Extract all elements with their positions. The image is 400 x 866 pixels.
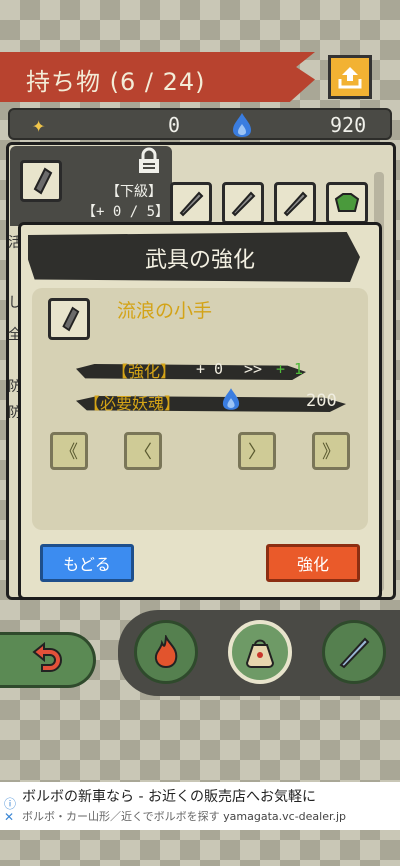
item-name: 流浪の小手 — [117, 300, 213, 322]
sword-icon — [231, 191, 256, 217]
upgrade-item-slot — [48, 298, 90, 340]
next-button[interactable]: 〉 — [238, 432, 276, 470]
upgrade-current: + 0 — [196, 360, 224, 378]
cost-label: 【必要妖魂】 — [84, 394, 181, 413]
upload-icon — [338, 67, 362, 89]
dialog-title: 武具の強化 — [144, 248, 255, 273]
upgrade-row-stroke — [76, 364, 306, 380]
sparkle-icon: ✦ — [32, 113, 46, 138]
armor-icon — [334, 193, 360, 212]
bag-icon — [245, 639, 275, 668]
gold-amount: 0 — [168, 113, 181, 137]
weapon-button[interactable] — [322, 620, 386, 684]
inventory-slot-sword-2[interactable] — [222, 182, 264, 224]
bag-button[interactable] — [228, 620, 292, 684]
inventory-slot-sword-1[interactable] — [170, 182, 212, 224]
return-button[interactable] — [0, 632, 96, 688]
first-button[interactable]: 《 — [50, 432, 88, 470]
sword-icon — [179, 191, 204, 217]
ad-banner[interactable]: ⓘ ✕ ボルボの新車なら - お近くの販売店へお気軽に ボルボ・カー山形／近くで… — [0, 782, 400, 830]
currency-bar: ✦ 0 920 — [8, 108, 392, 140]
soul-flame-icon — [222, 387, 240, 415]
share-button[interactable] — [328, 55, 372, 99]
upgrade-arrow: >> — [244, 360, 263, 378]
back-button[interactable]: もどる — [40, 544, 134, 582]
last-button[interactable]: 》 — [312, 432, 350, 470]
close-icon[interactable]: ✕ — [4, 810, 14, 824]
sword-icon — [283, 191, 308, 217]
fire-button[interactable] — [134, 620, 198, 684]
upgrade-next: + 1 — [276, 360, 304, 378]
upgrade-label: 【強化】 — [112, 362, 177, 381]
lock-icon[interactable] — [135, 147, 163, 179]
item-grade: 【下級】 【+ 0 / 5】 — [82, 184, 170, 220]
fire-icon — [154, 635, 178, 669]
return-arrow-icon — [31, 642, 62, 672]
ad-subtitle[interactable]: ボルボ・カー山形／近くでボルボを探す yamagata.vc-dealer.jp — [22, 808, 346, 824]
selected-item-slot[interactable] — [20, 160, 62, 202]
gauntlet-icon — [62, 306, 80, 332]
blade-icon — [339, 637, 370, 669]
prev-button[interactable]: 〈 — [124, 432, 162, 470]
ad-title[interactable]: ボルボの新車なら - お近くの販売店へお気軽に — [22, 786, 316, 806]
inventory-title: 持ち物 (6 / 24) — [26, 68, 206, 96]
inventory-slot-armor[interactable] — [326, 182, 368, 224]
cost-value: 200 — [306, 391, 337, 411]
soul-amount: 920 — [330, 113, 367, 137]
gauntlet-icon — [33, 167, 53, 195]
upgrade-button[interactable]: 強化 — [266, 544, 360, 582]
inventory-slot-sword-3[interactable] — [274, 182, 316, 224]
soul-flame-icon — [232, 112, 252, 143]
ad-domain[interactable]: yamagata.vc-dealer.jp — [223, 810, 346, 823]
